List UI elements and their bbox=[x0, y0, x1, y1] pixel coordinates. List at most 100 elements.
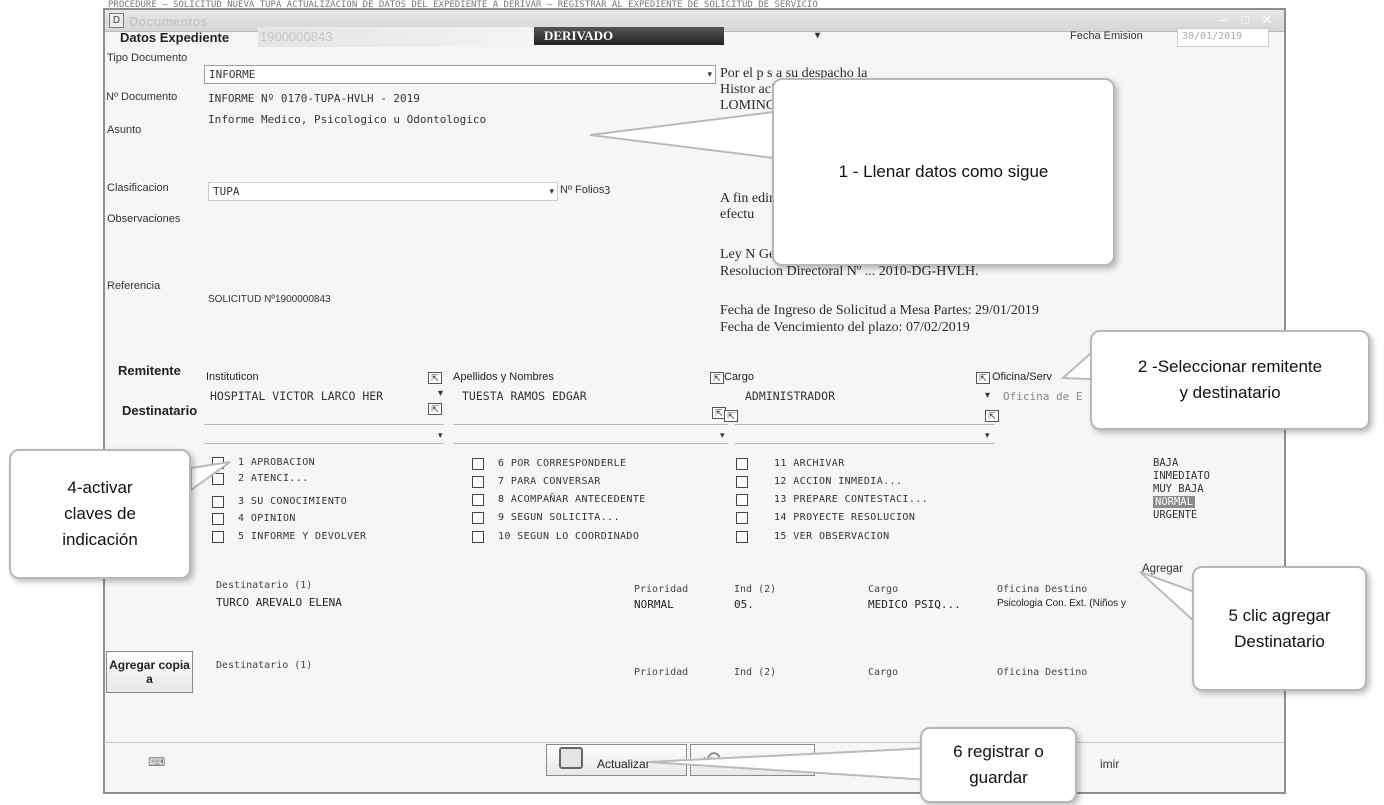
indicacion-label: 5 INFORME Y DEVOLVER bbox=[238, 531, 367, 542]
window-title: Documentos bbox=[129, 14, 208, 29]
indicacion-checkbox[interactable]: 11 ARCHIVAR bbox=[736, 456, 845, 471]
checkbox-box[interactable] bbox=[736, 457, 748, 470]
checkbox-box[interactable] bbox=[472, 493, 484, 506]
clasificacion-select[interactable]: TUPA ▾ bbox=[208, 182, 558, 201]
indicacion-checkbox[interactable]: 14 PROYECTE RESOLUCION bbox=[736, 510, 915, 525]
indicacion-label: 4 OPINION bbox=[238, 513, 296, 524]
prioridad-option[interactable]: INMEDIATO bbox=[1153, 470, 1210, 482]
table-row-dest[interactable]: TURCO AREVALO ELENA bbox=[216, 596, 342, 609]
checkbox-box[interactable] bbox=[472, 475, 484, 488]
chevron-down-icon[interactable]: ▾ bbox=[438, 430, 443, 441]
copia-oficina-col-header: Oficina Destino bbox=[997, 667, 1088, 678]
indicacion-checkbox[interactable]: 12 ACCION INMEDIA... bbox=[736, 474, 902, 489]
divider bbox=[453, 424, 728, 425]
checkbox-box[interactable] bbox=[736, 530, 748, 543]
table-row-cargo[interactable]: MEDICO PSIQ... bbox=[868, 598, 961, 611]
checkbox-box[interactable] bbox=[212, 472, 224, 485]
indicacion-checkbox[interactable]: 15 VER OBSERVACION bbox=[736, 529, 890, 544]
prioridad-option[interactable]: BAJA bbox=[1153, 457, 1178, 469]
indicacion-checkbox[interactable]: 4 OPINION bbox=[212, 511, 296, 526]
folios-label: Nº Folios bbox=[560, 184, 605, 196]
agregar-copia-button[interactable]: Agregar copia a bbox=[106, 651, 193, 693]
indicacion-label: 11 ARCHIVAR bbox=[774, 458, 845, 469]
checkbox-box[interactable] bbox=[736, 493, 748, 506]
table-row-prio[interactable]: NORMAL bbox=[634, 598, 674, 611]
table-row-ind[interactable]: 05. bbox=[734, 598, 754, 611]
callout-step-2: 2 -Seleccionar remitente y destinatario bbox=[1090, 330, 1370, 430]
checkbox-box[interactable] bbox=[472, 530, 484, 543]
indicacion-checkbox[interactable]: 3 SU CONOCIMIENTO bbox=[212, 494, 347, 509]
document-line: efectu bbox=[720, 207, 755, 222]
datos-expediente-label: Datos Expediente bbox=[120, 30, 230, 45]
checkbox-box[interactable] bbox=[472, 457, 484, 470]
checkbox-box[interactable] bbox=[212, 512, 224, 525]
remitente-oficina[interactable]: Oficina de E bbox=[1003, 390, 1082, 403]
tipo-documento-select[interactable]: INFORME ▾ bbox=[204, 65, 716, 84]
callout-step-5: 5 clic agregar Destinatario bbox=[1192, 566, 1367, 691]
window-app-icon: D bbox=[109, 13, 124, 28]
divider bbox=[735, 443, 995, 444]
actualizar-button[interactable]: Actualizar bbox=[546, 744, 687, 776]
chevron-down-icon[interactable]: ▾ bbox=[985, 430, 990, 441]
maximize-button[interactable]: □ bbox=[1234, 12, 1256, 27]
copia-cargo-col-header: Cargo bbox=[868, 667, 899, 678]
chevron-down-icon[interactable]: ▾ bbox=[985, 390, 990, 401]
indicacion-checkbox[interactable]: 6 POR CORRESPONDERLE bbox=[472, 456, 626, 471]
indicacion-checkbox[interactable]: 5 INFORME Y DEVOLVER bbox=[212, 529, 366, 544]
prioridad-option-selected[interactable]: NORMAL bbox=[1153, 496, 1195, 508]
checkbox-box[interactable] bbox=[212, 456, 224, 469]
status-badge[interactable]: DERIVADO ▾ bbox=[534, 27, 820, 45]
checkbox-box[interactable] bbox=[212, 495, 224, 508]
indicacion-checkbox[interactable]: 2 ATENCI... bbox=[212, 471, 309, 486]
indicacion-checkbox[interactable]: 10 SEGUN LO COORDINADO bbox=[472, 529, 639, 544]
table-row-oficina[interactable]: Psicologia Con. Ext. (Niños y bbox=[997, 598, 1126, 609]
checkbox-box[interactable] bbox=[212, 530, 224, 543]
agregar-button[interactable]: Agregar bbox=[1142, 563, 1183, 575]
callout-text: guardar bbox=[969, 768, 1028, 787]
pick-destinatario-oficina-icon[interactable]: ⇱ bbox=[985, 410, 999, 422]
indicacion-checkbox[interactable]: 1 APROBACION bbox=[212, 455, 315, 470]
indicacion-label: 15 VER OBSERVACION bbox=[774, 531, 890, 542]
indicacion-checkbox[interactable]: 7 PARA CONVERSAR bbox=[472, 474, 601, 489]
numero-documento-label: Nº Documento bbox=[106, 91, 178, 103]
remitente-nombre[interactable]: TUESTA RAMOS EDGAR bbox=[462, 389, 587, 403]
numero-documento-value[interactable]: INFORME Nº 0170-TUPA-HVLH - 2019 bbox=[208, 92, 420, 105]
imprimir-button[interactable]: imir bbox=[1100, 757, 1119, 771]
minimize-button[interactable]: – bbox=[1212, 12, 1234, 27]
callout-text: 2 -Seleccionar remitente bbox=[1137, 357, 1323, 376]
oficina-header: Oficina/Serv bbox=[992, 371, 1052, 383]
asunto-field[interactable]: Informe Medico, Psicologico u Odontologi… bbox=[208, 113, 486, 126]
pick-cargo-icon[interactable]: ⇱ bbox=[976, 372, 990, 384]
checkbox-box[interactable] bbox=[736, 475, 748, 488]
remitente-institucion[interactable]: HOSPITAL VICTOR LARCO HER bbox=[210, 389, 383, 403]
checkbox-box[interactable] bbox=[736, 511, 748, 524]
document-line: Fecha de Vencimiento del plazo: 07/02/20… bbox=[720, 320, 970, 335]
remitente-cargo[interactable]: ADMINISTRADOR bbox=[745, 389, 835, 403]
save-icon bbox=[559, 747, 583, 769]
folios-field[interactable]: 3 bbox=[604, 184, 611, 197]
fecha-emision-field[interactable]: 30/01/2019 bbox=[1177, 28, 1269, 47]
checkbox-box[interactable] bbox=[472, 511, 484, 524]
indicacion-checkbox[interactable]: 9 SEGUN SOLICITA... bbox=[472, 510, 620, 525]
pick-destinatario-cargo-icon[interactable]: ⇱ bbox=[724, 410, 738, 422]
indicacion-checkbox[interactable]: 13 PREPARE CONTESTACI... bbox=[736, 492, 928, 507]
chevron-down-icon[interactable]: ▾ bbox=[438, 388, 443, 399]
clasificacion-label: Clasificacion bbox=[107, 182, 169, 194]
cargo-col-header: Cargo bbox=[868, 584, 899, 595]
prioridad-option[interactable]: MUY BAJA bbox=[1153, 483, 1204, 495]
clasificacion-value: TUPA bbox=[213, 185, 240, 198]
pick-institucion-icon[interactable]: ⇱ bbox=[428, 372, 442, 384]
chevron-down-icon[interactable]: ▾ bbox=[815, 27, 820, 45]
pick-nombre-icon[interactable]: ⇱ bbox=[710, 372, 724, 384]
pick-destinatario-icon[interactable]: ⇱ bbox=[428, 403, 442, 415]
close-button[interactable]: ✕ bbox=[1256, 12, 1278, 28]
keyboard-icon[interactable]: ⌨ bbox=[148, 755, 165, 769]
callout-text: 1 - Llenar datos como sigue bbox=[838, 162, 1049, 181]
callout-text: claves de bbox=[64, 504, 136, 523]
indicacion-checkbox[interactable]: 8 ACOMPAÑAR ANTECEDENTE bbox=[472, 492, 646, 507]
prioridad-option[interactable]: URGENTE bbox=[1153, 509, 1197, 521]
cancelar-button[interactable]: ↶ Cancelar bbox=[690, 744, 815, 776]
callout-step-4: 4-activar claves de indicación bbox=[9, 449, 191, 579]
footer-divider bbox=[104, 742, 1284, 743]
chevron-down-icon[interactable]: ▾ bbox=[720, 430, 725, 441]
